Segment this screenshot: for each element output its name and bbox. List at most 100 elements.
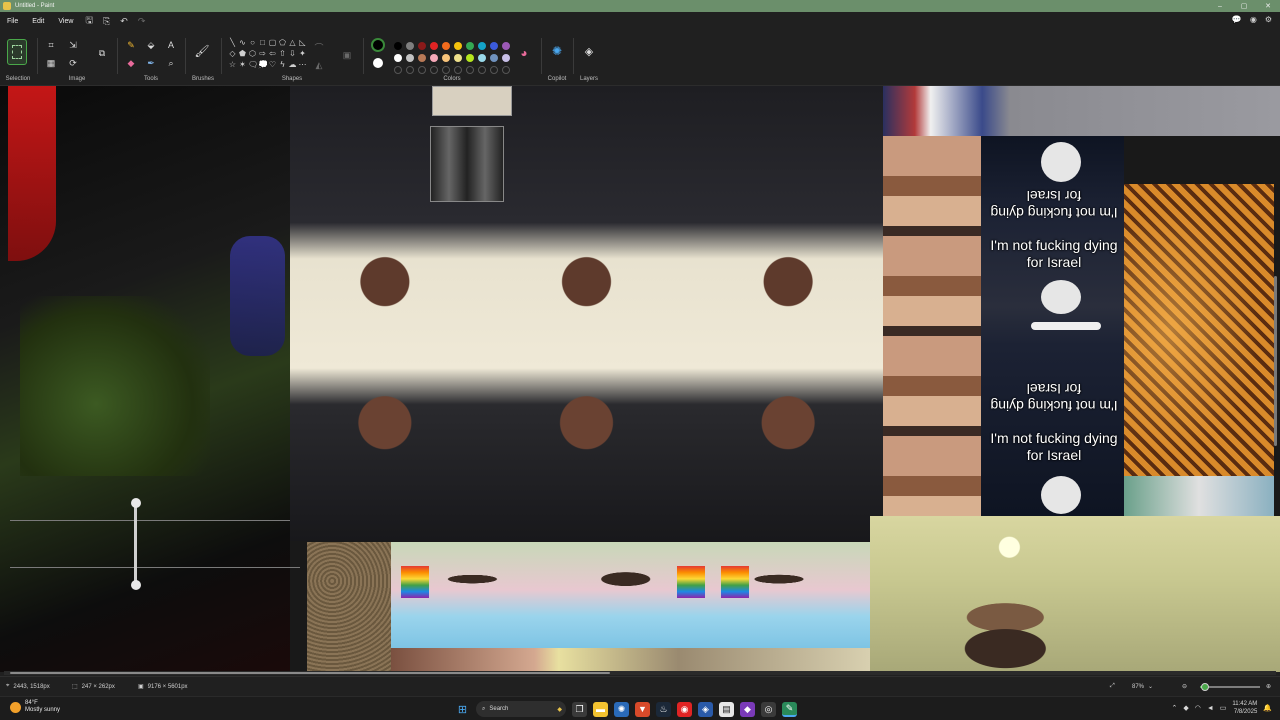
color-swatch[interactable] [454, 42, 462, 50]
arrow-down-shape-icon[interactable]: ⇩ [288, 49, 297, 59]
diamond-shape-icon[interactable]: ◇ [228, 49, 237, 59]
heart-shape-icon[interactable]: ♡ [268, 60, 277, 70]
more-shapes-icon[interactable]: ⋯ [298, 60, 307, 70]
battery-icon[interactable]: ▭ [1220, 704, 1227, 712]
right-triangle-shape-icon[interactable]: ◺ [298, 38, 307, 48]
vpn-app-icon[interactable]: ◈ [698, 701, 713, 717]
resize-icon[interactable]: ⇲ [66, 38, 80, 52]
fill-shape-icon[interactable]: ◭ [312, 58, 326, 72]
outline-icon[interactable]: ⌒ [312, 40, 326, 54]
color-swatch[interactable] [466, 42, 474, 50]
menu-view[interactable]: View [51, 18, 80, 25]
selection-tool-button[interactable] [7, 39, 27, 65]
text-icon[interactable]: A [164, 38, 178, 52]
color-swatch[interactable] [502, 54, 510, 62]
weather-widget[interactable]: 84°F Mostly sunny [10, 700, 60, 714]
volume-icon[interactable]: ◄ [1207, 705, 1214, 712]
maximize-button[interactable]: ▢ [1232, 0, 1256, 12]
color-swatch[interactable] [502, 42, 510, 50]
custom-color-slot[interactable] [430, 66, 438, 74]
custom-color-slot[interactable] [406, 66, 414, 74]
brush-icon[interactable]: 🖌 [194, 44, 209, 58]
color-picker-icon[interactable]: ✒ [144, 56, 158, 70]
color-swatch[interactable] [406, 42, 414, 50]
chrome-icon[interactable]: ◎ [761, 701, 776, 717]
oval-shape-icon[interactable]: ○ [248, 38, 257, 48]
custom-color-slot[interactable] [418, 66, 426, 74]
custom-color-slot[interactable] [490, 66, 498, 74]
pencil-icon[interactable]: ✎ [124, 38, 138, 52]
star5-shape-icon[interactable]: ☆ [228, 60, 237, 70]
zoom-dropdown[interactable]: 87% ⌄ [1132, 683, 1153, 691]
color-palette[interactable] [392, 40, 512, 76]
secondary-color-swatch[interactable] [373, 58, 383, 68]
minimize-button[interactable]: – [1208, 0, 1232, 12]
color-swatch[interactable] [418, 42, 426, 50]
zoom-in-button[interactable]: ⊕ [1266, 683, 1271, 690]
file-explorer-icon[interactable]: ▬ [593, 701, 608, 717]
paint-taskbar-icon[interactable]: ✎ [782, 701, 797, 717]
callout-oval-shape-icon[interactable]: 💭 [258, 60, 268, 70]
color-swatch[interactable] [466, 54, 474, 62]
shape-style-icon[interactable]: ▣ [340, 48, 354, 62]
polygon-shape-icon[interactable]: ⬠ [278, 38, 287, 48]
pentagon-shape-icon[interactable]: ⬟ [238, 49, 247, 59]
custom-color-slot[interactable] [502, 66, 510, 74]
color-swatch[interactable] [430, 54, 438, 62]
custom-color-slot[interactable] [466, 66, 474, 74]
color-swatch[interactable] [430, 42, 438, 50]
menu-file[interactable]: File [0, 18, 25, 25]
custom-color-slot[interactable] [454, 66, 462, 74]
color-swatch[interactable] [442, 42, 450, 50]
fit-to-window[interactable]: ⤢ [1110, 683, 1115, 690]
media-app-icon[interactable]: ◉ [677, 701, 692, 717]
share-icon[interactable]: ⎘ [98, 16, 115, 27]
settings-icon[interactable]: ⚙ [1265, 15, 1272, 24]
vertical-scrollbar[interactable] [1274, 276, 1277, 446]
brave-browser-icon[interactable]: ▼ [635, 701, 650, 717]
zoom-in-icon[interactable]: ⊕ [1266, 683, 1271, 690]
star4-shape-icon[interactable]: ✦ [298, 49, 307, 59]
rotate-icon[interactable]: ⟳ [66, 56, 80, 70]
horizontal-scrollbar[interactable] [4, 671, 1276, 675]
resize-handle-bar[interactable] [134, 506, 137, 584]
rectangle-shape-icon[interactable]: □ [258, 38, 267, 48]
store-icon[interactable]: ◆ [740, 701, 755, 717]
color-swatch[interactable] [394, 42, 402, 50]
arrow-left-shape-icon[interactable]: ⇦ [268, 49, 277, 59]
color-swatch[interactable] [442, 54, 450, 62]
custom-color-slot[interactable] [442, 66, 450, 74]
primary-color-swatch[interactable] [371, 38, 385, 52]
magnifier-icon[interactable]: ⌕ [164, 56, 178, 70]
fill-icon[interactable]: ⬙ [144, 38, 158, 52]
wifi-icon[interactable]: ◠ [1195, 704, 1201, 712]
undo-icon[interactable]: ↶ [115, 16, 133, 27]
chevron-down-icon[interactable]: ⌄ [1148, 683, 1153, 690]
copilot-icon[interactable]: ✺ [550, 44, 564, 58]
color-swatch[interactable] [478, 54, 486, 62]
save-icon[interactable]: 🖫 [80, 13, 98, 29]
arrow-up-shape-icon[interactable]: ⇧ [278, 49, 287, 59]
hexagon-shape-icon[interactable]: ⬡ [248, 49, 257, 59]
color-swatch[interactable] [394, 54, 402, 62]
horizontal-scroll-thumb[interactable] [10, 672, 610, 674]
windows-start-icon[interactable]: ⊞ [455, 702, 470, 717]
account-icon[interactable]: ◉ [1250, 15, 1257, 24]
edit-colors-icon[interactable]: ◕ [517, 46, 531, 60]
fit-window-icon[interactable]: ⤢ [1110, 683, 1115, 690]
custom-color-slot[interactable] [478, 66, 486, 74]
lightning-shape-icon[interactable]: ϟ [278, 60, 287, 70]
zoom-level[interactable]: 87% [1132, 684, 1144, 690]
triangle-shape-icon[interactable]: △ [288, 38, 297, 48]
task-view-icon[interactable]: ❐ [572, 701, 587, 717]
close-button[interactable]: ✕ [1256, 0, 1280, 12]
drawing-canvas[interactable]: I'm not fucking dying for Israel I'm not… [0, 86, 1280, 672]
resize-handle-bottom[interactable] [131, 580, 141, 590]
comment-icon[interactable]: 💬 [1232, 15, 1242, 24]
clock[interactable]: 11:42 AM 7/8/2025 [1232, 700, 1257, 716]
zoom-out-button[interactable]: ⊖ [1182, 683, 1187, 690]
custom-color-slot[interactable] [394, 66, 402, 74]
color-swatch[interactable] [490, 54, 498, 62]
eraser-icon[interactable]: ◆ [124, 56, 138, 70]
zoom-out-icon[interactable]: ⊖ [1182, 683, 1187, 690]
